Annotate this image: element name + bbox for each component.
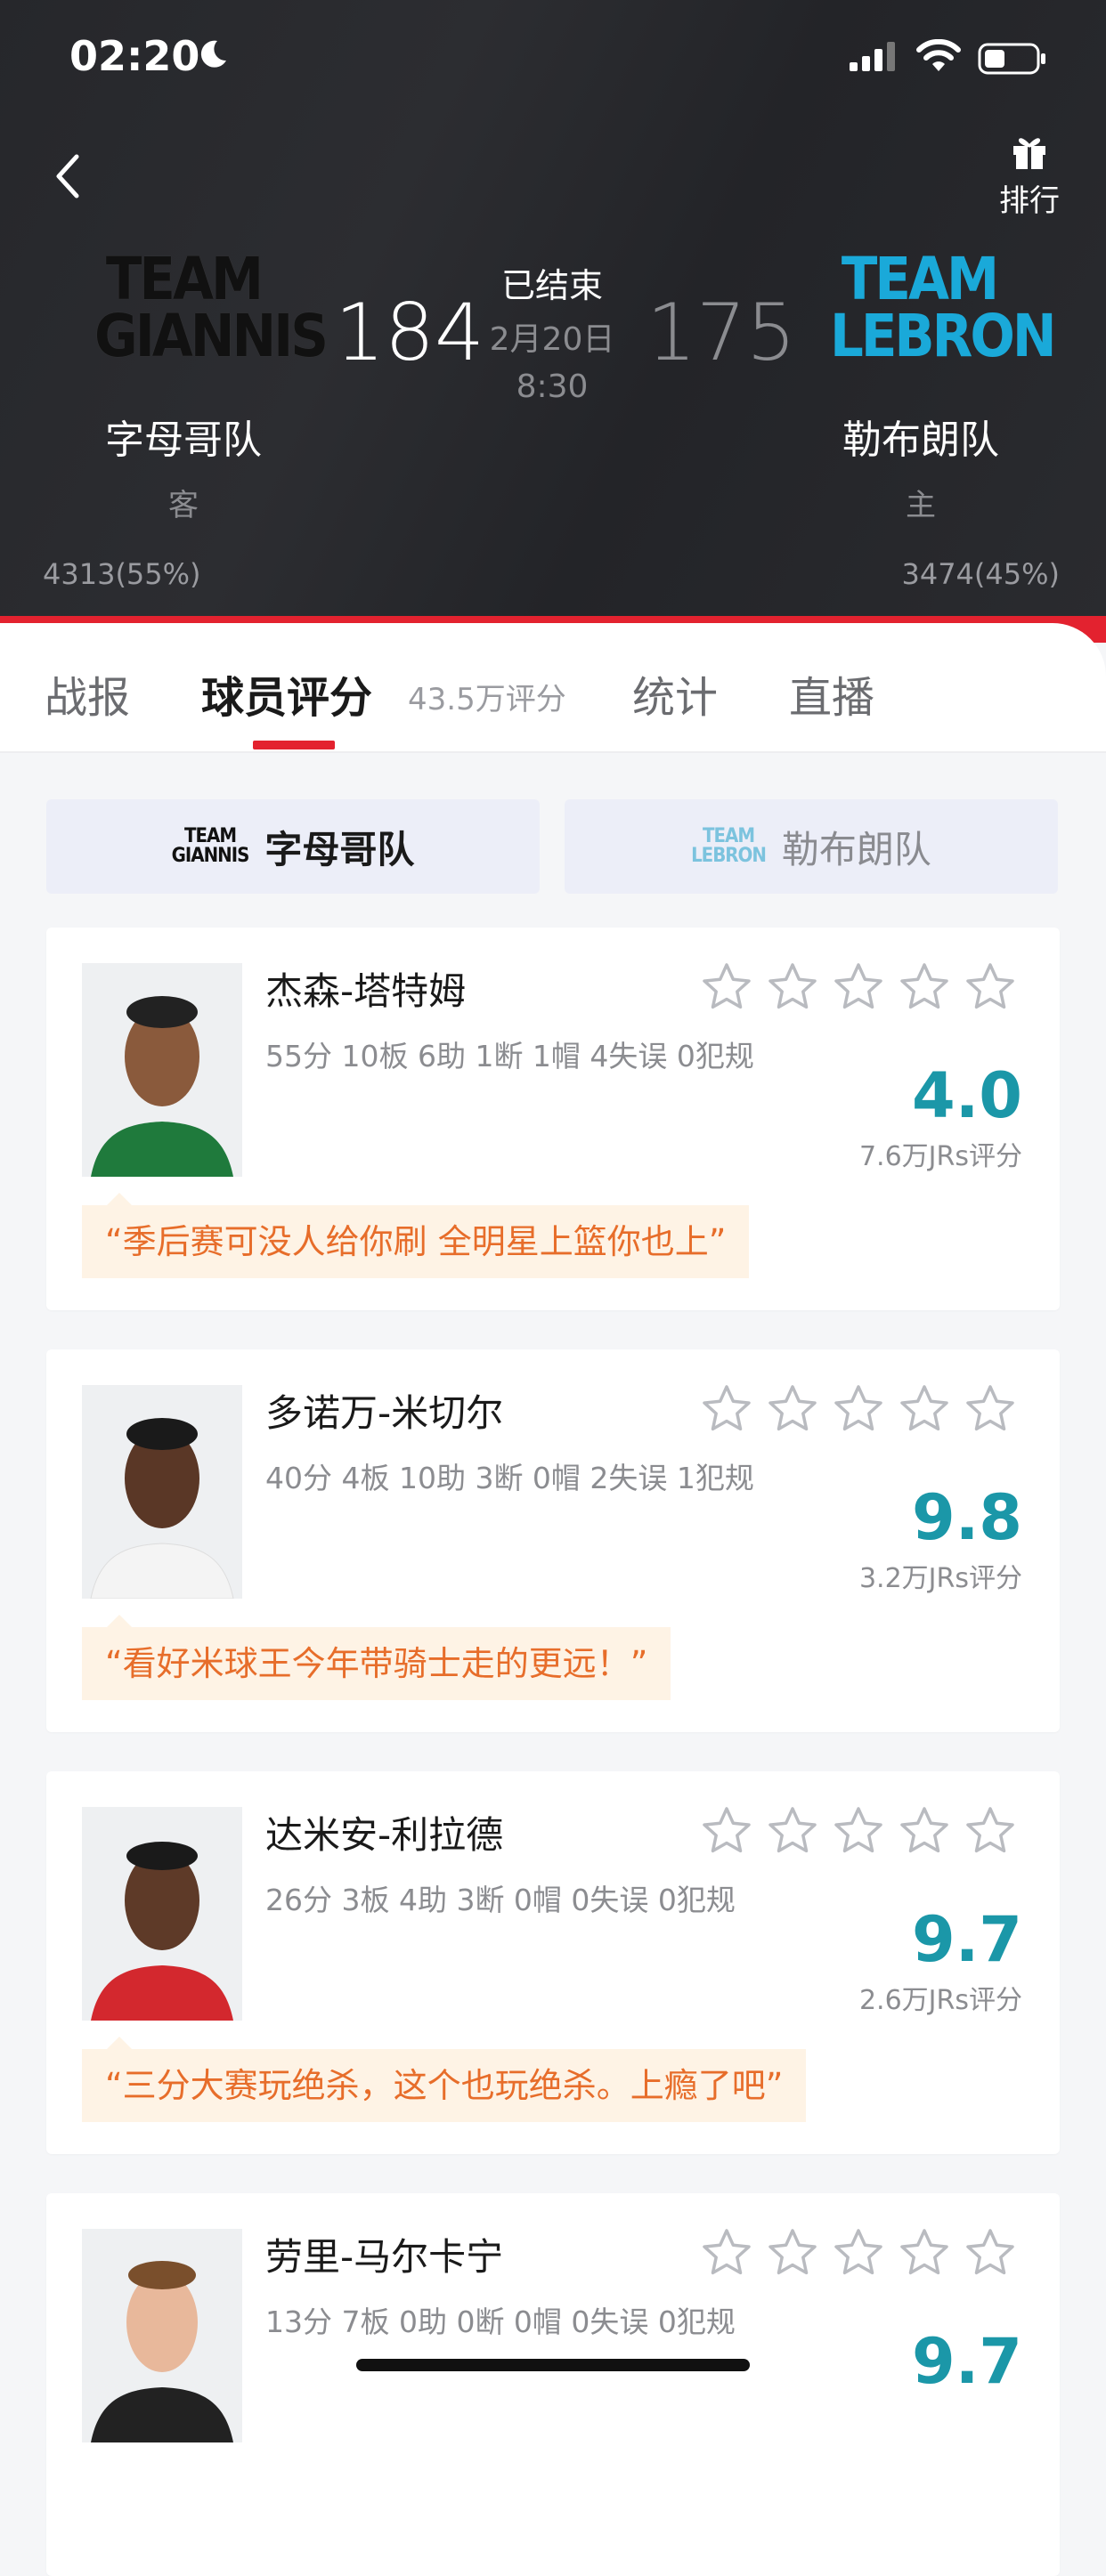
top-comment[interactable]: “看好米球王今年带骑士走的更远！”: [82, 1615, 671, 1700]
player-name: 杰森-塔特姆: [265, 969, 467, 1013]
player-card[interactable]: 杰森-塔特姆 55分 10板 6助 1断 1帽 4失误 0犯规 4.0 7.6万…: [46, 928, 1060, 1310]
rating-count: 7.6万JRs评分: [858, 1141, 1022, 1172]
top-comment[interactable]: “季后赛可没人给你刷 全明星上篮你也上”: [82, 1193, 750, 1278]
battery-icon: [978, 43, 1045, 75]
rank-button[interactable]: 排行: [994, 134, 1065, 220]
star-icon: [966, 2229, 1014, 2275]
moon-icon: [200, 40, 226, 68]
tab-rating-count: 43.5万评分: [408, 682, 566, 717]
home-team-logo[interactable]: TEAM LEBRON: [830, 250, 1057, 393]
star-icon: [900, 1807, 948, 1853]
away-team-name: 字母哥队: [105, 417, 262, 463]
player-rating: 9.7: [911, 1903, 1022, 1976]
rating-count: 3.2万JRs评分: [858, 1563, 1022, 1594]
home-team-name: 勒布朗队: [842, 417, 999, 463]
away-mini-logo: TEAM GIANNIS: [171, 825, 250, 867]
player-rating: 9.8: [911, 1481, 1022, 1554]
game-time: 8:30: [516, 369, 589, 405]
tab-indicator: [253, 741, 335, 749]
star-icon: [769, 2229, 817, 2275]
star-icon: [966, 1807, 1014, 1853]
player-stats: 40分 4板 10助 3断 0帽 2失误 1犯规: [265, 1461, 754, 1495]
tab-player-ratings[interactable]: 球员评分: [201, 662, 372, 725]
status-time: 02:20: [69, 32, 200, 80]
star-icon: [769, 1385, 817, 1431]
team-switch-away[interactable]: TEAM GIANNIS 字母哥队: [46, 799, 540, 894]
star-icon: [703, 2229, 751, 2275]
player-card[interactable]: 达米安-利拉德 26分 3板 4助 3断 0帽 0失误 0犯规 9.7 2.6万…: [46, 1771, 1060, 2154]
star-icon: [834, 1807, 882, 1853]
back-icon[interactable]: [50, 151, 85, 201]
home-support: 3474(45%): [901, 557, 1060, 591]
player-name: 多诺万-米切尔: [265, 1391, 504, 1435]
ratings-content: TEAM GIANNIS 字母哥队 TEAM LEBRON 勒布朗队 杰森-塔特姆 …: [0, 753, 1106, 2576]
player-photo: [82, 1385, 242, 1599]
home-score: 175: [647, 287, 796, 378]
tab-bar: 战报 球员评分 43.5万评分 统计 直播: [0, 623, 1106, 753]
star-icon: [900, 963, 948, 1009]
player-stats: 26分 3板 4助 3断 0帽 0失误 0犯规: [265, 1883, 736, 1917]
top-comment[interactable]: “三分大赛玩绝杀，这个也玩绝杀。上瘾了吧”: [82, 2037, 807, 2122]
tab-report[interactable]: 战报: [45, 662, 130, 725]
star-icon: [900, 1385, 948, 1431]
star-icon: [834, 963, 882, 1009]
player-photo: [82, 1807, 242, 2021]
star-icon: [834, 2229, 882, 2275]
player-photo: [82, 963, 242, 1177]
away-team-logo[interactable]: TEAM GIANNIS: [94, 250, 329, 393]
rating-stars[interactable]: [700, 961, 1038, 1015]
away-score: 184: [335, 287, 484, 378]
game-header: 02:20 排行 TEAM GIANNIS TEAM LEBRON 字母哥队 勒…: [0, 0, 1106, 623]
gift-icon: [1013, 138, 1045, 169]
signal-icon: [850, 42, 895, 71]
team-switch-home[interactable]: TEAM LEBRON 勒布朗队: [565, 799, 1058, 894]
player-stats: 55分 10板 6助 1断 1帽 4失误 0犯规: [265, 1039, 754, 1073]
rating-stars[interactable]: [700, 1805, 1038, 1859]
game-status: 已结束: [500, 266, 603, 305]
team-switch-away-label: 字母哥队: [264, 827, 415, 871]
rank-label: 排行: [999, 183, 1060, 219]
player-card[interactable]: 劳里-马尔卡宁 13分 7板 0助 0断 0帽 0失误 0犯规 9.7: [46, 2193, 1060, 2576]
status-bar: 02:20: [0, 0, 1106, 116]
star-icon: [966, 1385, 1014, 1431]
player-rating: 4.0: [911, 1059, 1022, 1132]
team-switch-home-label: 勒布朗队: [781, 827, 931, 871]
player-stats: 13分 7板 0助 0断 0帽 0失误 0犯规: [265, 2305, 736, 2339]
home-side-label: 主: [906, 488, 936, 523]
tab-live[interactable]: 直播: [789, 662, 874, 725]
star-icon: [769, 1807, 817, 1853]
away-support: 4313(55%): [43, 557, 201, 591]
wifi-icon: [916, 39, 961, 71]
star-icon: [703, 963, 751, 1009]
star-icon: [966, 963, 1014, 1009]
player-card[interactable]: 多诺万-米切尔 40分 4板 10助 3断 0帽 2失误 1犯规 9.8 3.2…: [46, 1349, 1060, 1732]
rating-stars[interactable]: [700, 2227, 1038, 2280]
player-rating: 9.7: [911, 2325, 1022, 2398]
rating-stars[interactable]: [700, 1383, 1038, 1437]
home-mini-logo: TEAM LEBRON: [691, 825, 767, 867]
star-icon: [900, 2229, 948, 2275]
star-icon: [769, 963, 817, 1009]
away-side-label: 客: [168, 488, 199, 523]
star-icon: [703, 1385, 751, 1431]
player-name: 达米安-利拉德: [265, 1813, 504, 1857]
star-icon: [703, 1807, 751, 1853]
home-indicator: [356, 2359, 750, 2371]
game-date: 2月20日: [489, 321, 615, 358]
player-name: 劳里-马尔卡宁: [265, 2235, 504, 2279]
tab-stats[interactable]: 统计: [632, 662, 718, 725]
rating-count: 2.6万JRs评分: [858, 1985, 1022, 2016]
player-photo: [82, 2229, 242, 2442]
star-icon: [834, 1385, 882, 1431]
